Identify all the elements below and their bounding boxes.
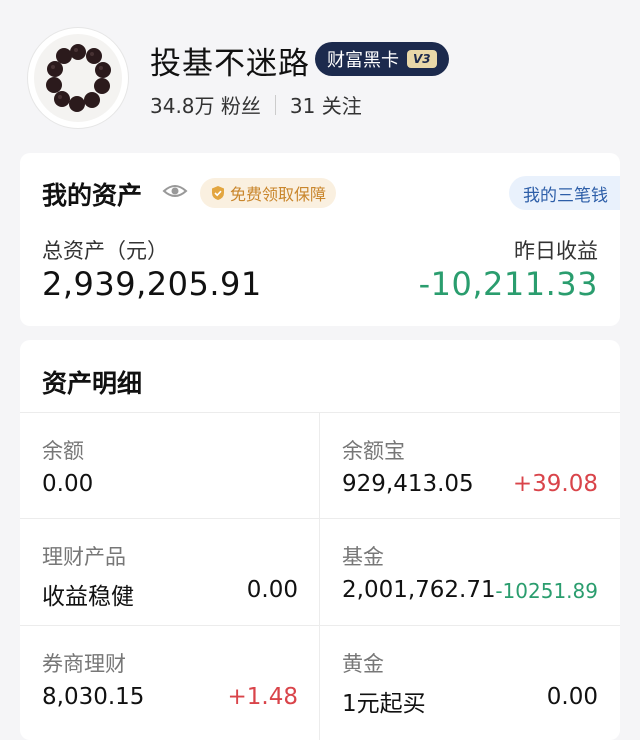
asset-item-value: 929,413.05: [342, 471, 474, 497]
asset-item-label: 基金: [342, 545, 384, 569]
badge-level: V3: [407, 50, 437, 68]
avatar[interactable]: [28, 28, 128, 128]
divider: [274, 94, 276, 115]
badge-label: 财富黑卡: [327, 50, 399, 71]
total-assets-value: 2,939,205.91: [42, 265, 262, 303]
followers-count[interactable]: 34.8万 粉丝: [150, 90, 261, 119]
free-guarantee-button[interactable]: 免费领取保障: [200, 178, 337, 208]
total-assets-label: 总资产（元）: [42, 239, 168, 263]
guarantee-label: 免费领取保障: [230, 185, 327, 204]
following-count[interactable]: 31 关注: [290, 90, 362, 119]
yesterday-earnings-label: 昨日收益: [514, 239, 598, 263]
asset-item-change: +39.08: [512, 471, 598, 497]
bracelet-image: [34, 34, 122, 122]
asset-item-value: 收益稳健: [42, 584, 134, 610]
asset-item-yuebao[interactable]: 余额宝 929,413.05 +39.08: [320, 413, 620, 519]
asset-details-title: 资产明细: [42, 369, 143, 398]
asset-item-change: 0.00: [546, 684, 598, 710]
asset-item-value: 8,030.15: [42, 684, 145, 710]
asset-item-change: -10251.89: [495, 579, 598, 603]
eye-icon[interactable]: [162, 181, 188, 205]
asset-item-value: 2,001,762.71: [342, 577, 496, 603]
asset-item-broker-wealth[interactable]: 券商理财 8,030.15 +1.48: [20, 626, 320, 732]
asset-item-wealth-products[interactable]: 理财产品 收益稳健 0.00: [20, 519, 320, 625]
wealth-black-card-badge[interactable]: 财富黑卡 V3: [315, 42, 449, 76]
asset-item-change: +1.48: [227, 684, 298, 710]
asset-item-label: 黄金: [342, 652, 384, 676]
asset-item-label: 券商理财: [42, 652, 126, 676]
asset-item-value: 0.00: [42, 471, 94, 497]
my-three-pennies-button[interactable]: 我的三笔钱: [509, 176, 620, 210]
asset-item-balance[interactable]: 余额 0.00: [20, 413, 320, 519]
asset-item-value: 1元起买: [342, 691, 426, 717]
asset-item-label: 余额宝: [342, 439, 405, 463]
asset-item-label: 余额: [42, 439, 84, 463]
my-assets-card: 我的资产 免费领取保障 我的三笔钱 总资产（元） 2,939,205.91 昨日…: [20, 153, 620, 326]
asset-item-label: 理财产品: [42, 545, 126, 569]
asset-details-card: 资产明细 余额 0.00 余额宝 929,413.05 +39.08 理财产品 …: [20, 340, 620, 740]
user-name: 投基不迷路: [150, 46, 310, 82]
asset-item-funds[interactable]: 基金 2,001,762.71 -10251.89: [320, 519, 620, 625]
shield-icon: [212, 186, 224, 200]
asset-item-gold[interactable]: 黄金 1元起买 0.00: [320, 626, 620, 732]
asset-item-change: 0.00: [246, 577, 298, 603]
yesterday-earnings-value: -10,211.33: [418, 265, 598, 303]
profile-stats: 34.8万 粉丝 31 关注: [150, 90, 362, 119]
my-assets-title: 我的资产: [42, 181, 143, 210]
